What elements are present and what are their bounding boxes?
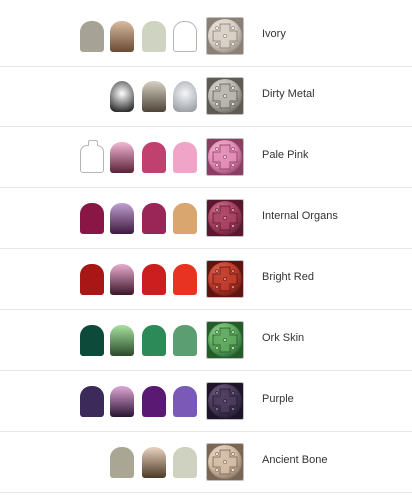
paint-pot-base[interactable] [80,203,104,234]
paint-pot-shade[interactable] [110,386,134,417]
miniature-base-image [207,322,243,358]
paint-pot-shade[interactable] [110,142,134,173]
spray-can-icon[interactable] [80,140,104,173]
miniature-base-thumbnail[interactable] [206,17,244,55]
miniature-base-image [207,78,243,114]
miniature-base-thumbnail[interactable] [206,260,244,298]
paint-pot-group [0,325,200,357]
paint-pot-shade[interactable] [110,264,134,295]
paint-pot-shade[interactable] [110,21,134,52]
paint-scheme-name: Dirty Metal [262,88,315,100]
paint-pot-shade[interactable] [110,325,134,356]
miniature-base-thumbnail[interactable] [206,382,244,420]
paint-pot-group [0,447,200,479]
paint-pot-base[interactable] [80,21,104,52]
paint-pot-group [0,140,200,174]
paint-pot-base[interactable] [173,447,197,478]
paint-scheme-name: Internal Organs [262,210,338,222]
paint-pot-metallic[interactable] [110,81,134,112]
paint-scheme-name: Ancient Bone [262,454,328,466]
paint-scheme-row[interactable]: Bright Red [0,250,412,310]
paint-scheme-name: Ivory [262,28,286,40]
paint-pot-base[interactable] [173,264,197,295]
paint-pot-base[interactable] [173,142,197,173]
paint-pot-base[interactable] [80,264,104,295]
paint-pot-group [0,203,200,235]
paint-scheme-name: Ork Skin [262,332,305,344]
paint-pot-base[interactable] [142,203,166,234]
paint-scheme-list: Ivory Dirty Metal Pale Pink Internal Organs… [0,0,412,503]
miniature-base-thumbnail[interactable] [206,199,244,237]
miniature-base-thumbnail[interactable] [206,77,244,115]
paint-scheme-row[interactable]: Internal Organs [0,189,412,249]
paint-pot-base[interactable] [80,386,104,417]
miniature-base-image [207,200,243,236]
paint-pot-base[interactable] [173,386,197,417]
paint-pot-base[interactable] [80,325,104,356]
paint-pot-base[interactable] [173,203,197,234]
paint-pot-base[interactable] [173,325,197,356]
paint-pot-group [0,81,200,113]
paint-scheme-row[interactable]: Ivory [0,7,412,67]
paint-scheme-row[interactable]: Dirty Metal [0,67,412,127]
paint-pot-shade[interactable] [110,203,134,234]
paint-scheme-name: Pale Pink [262,149,309,161]
paint-pot-base[interactable] [142,264,166,295]
paint-pot-shade[interactable] [142,447,166,478]
miniature-base-image [207,139,243,175]
paint-pot-base[interactable] [110,447,134,478]
miniature-base-image [207,18,243,54]
paint-scheme-name: Purple [262,393,294,405]
paint-pot-group [0,264,200,296]
paint-pot-shade[interactable] [142,81,166,112]
miniature-base-thumbnail[interactable] [206,138,244,176]
paint-pot-base[interactable] [142,142,166,173]
paint-pot-base[interactable] [142,21,166,52]
miniature-base-image [207,444,243,480]
paint-pot-metallic[interactable] [173,81,197,112]
paint-pot-base[interactable] [142,325,166,356]
paint-pot-empty[interactable] [173,21,197,52]
paint-scheme-row[interactable]: Ancient Bone [0,433,412,493]
paint-scheme-row[interactable]: Purple [0,372,412,432]
paint-pot-base[interactable] [142,386,166,417]
miniature-base-thumbnail[interactable] [206,443,244,481]
miniature-base-image [207,383,243,419]
paint-scheme-name: Bright Red [262,271,314,283]
paint-scheme-row[interactable]: Ork Skin [0,311,412,371]
paint-pot-group [0,386,200,418]
miniature-base-image [207,261,243,297]
paint-scheme-row[interactable]: Pale Pink [0,128,412,188]
paint-pot-group [0,21,200,53]
miniature-base-thumbnail[interactable] [206,321,244,359]
